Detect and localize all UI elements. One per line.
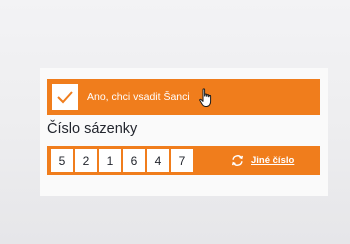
ticket-digit: 4 xyxy=(147,149,169,172)
ticket-digit: 5 xyxy=(51,149,73,172)
hand-pointer-cursor-icon xyxy=(199,88,212,107)
other-number-label: Jiné číslo xyxy=(251,155,295,166)
checkmark-icon xyxy=(57,91,73,104)
ticket-digits: 5 2 1 6 4 7 xyxy=(51,149,195,172)
refresh-icon xyxy=(231,155,244,166)
chance-confirm-toggle[interactable]: Ano, chci vsadit Šanci xyxy=(47,79,320,115)
ticket-number-bar: 5 2 1 6 4 7 Jiné číslo xyxy=(47,146,320,175)
ticket-digit: 6 xyxy=(123,149,145,172)
ticket-digit: 7 xyxy=(171,149,193,172)
ticket-number-title: Číslo sázenky xyxy=(47,121,138,137)
other-number-link[interactable]: Jiné číslo xyxy=(231,146,294,175)
chance-confirm-label: Ano, chci vsadit Šanci xyxy=(87,91,190,103)
ticket-digit: 2 xyxy=(75,149,97,172)
chance-checkbox[interactable] xyxy=(52,84,78,110)
ticket-digit: 1 xyxy=(99,149,121,172)
